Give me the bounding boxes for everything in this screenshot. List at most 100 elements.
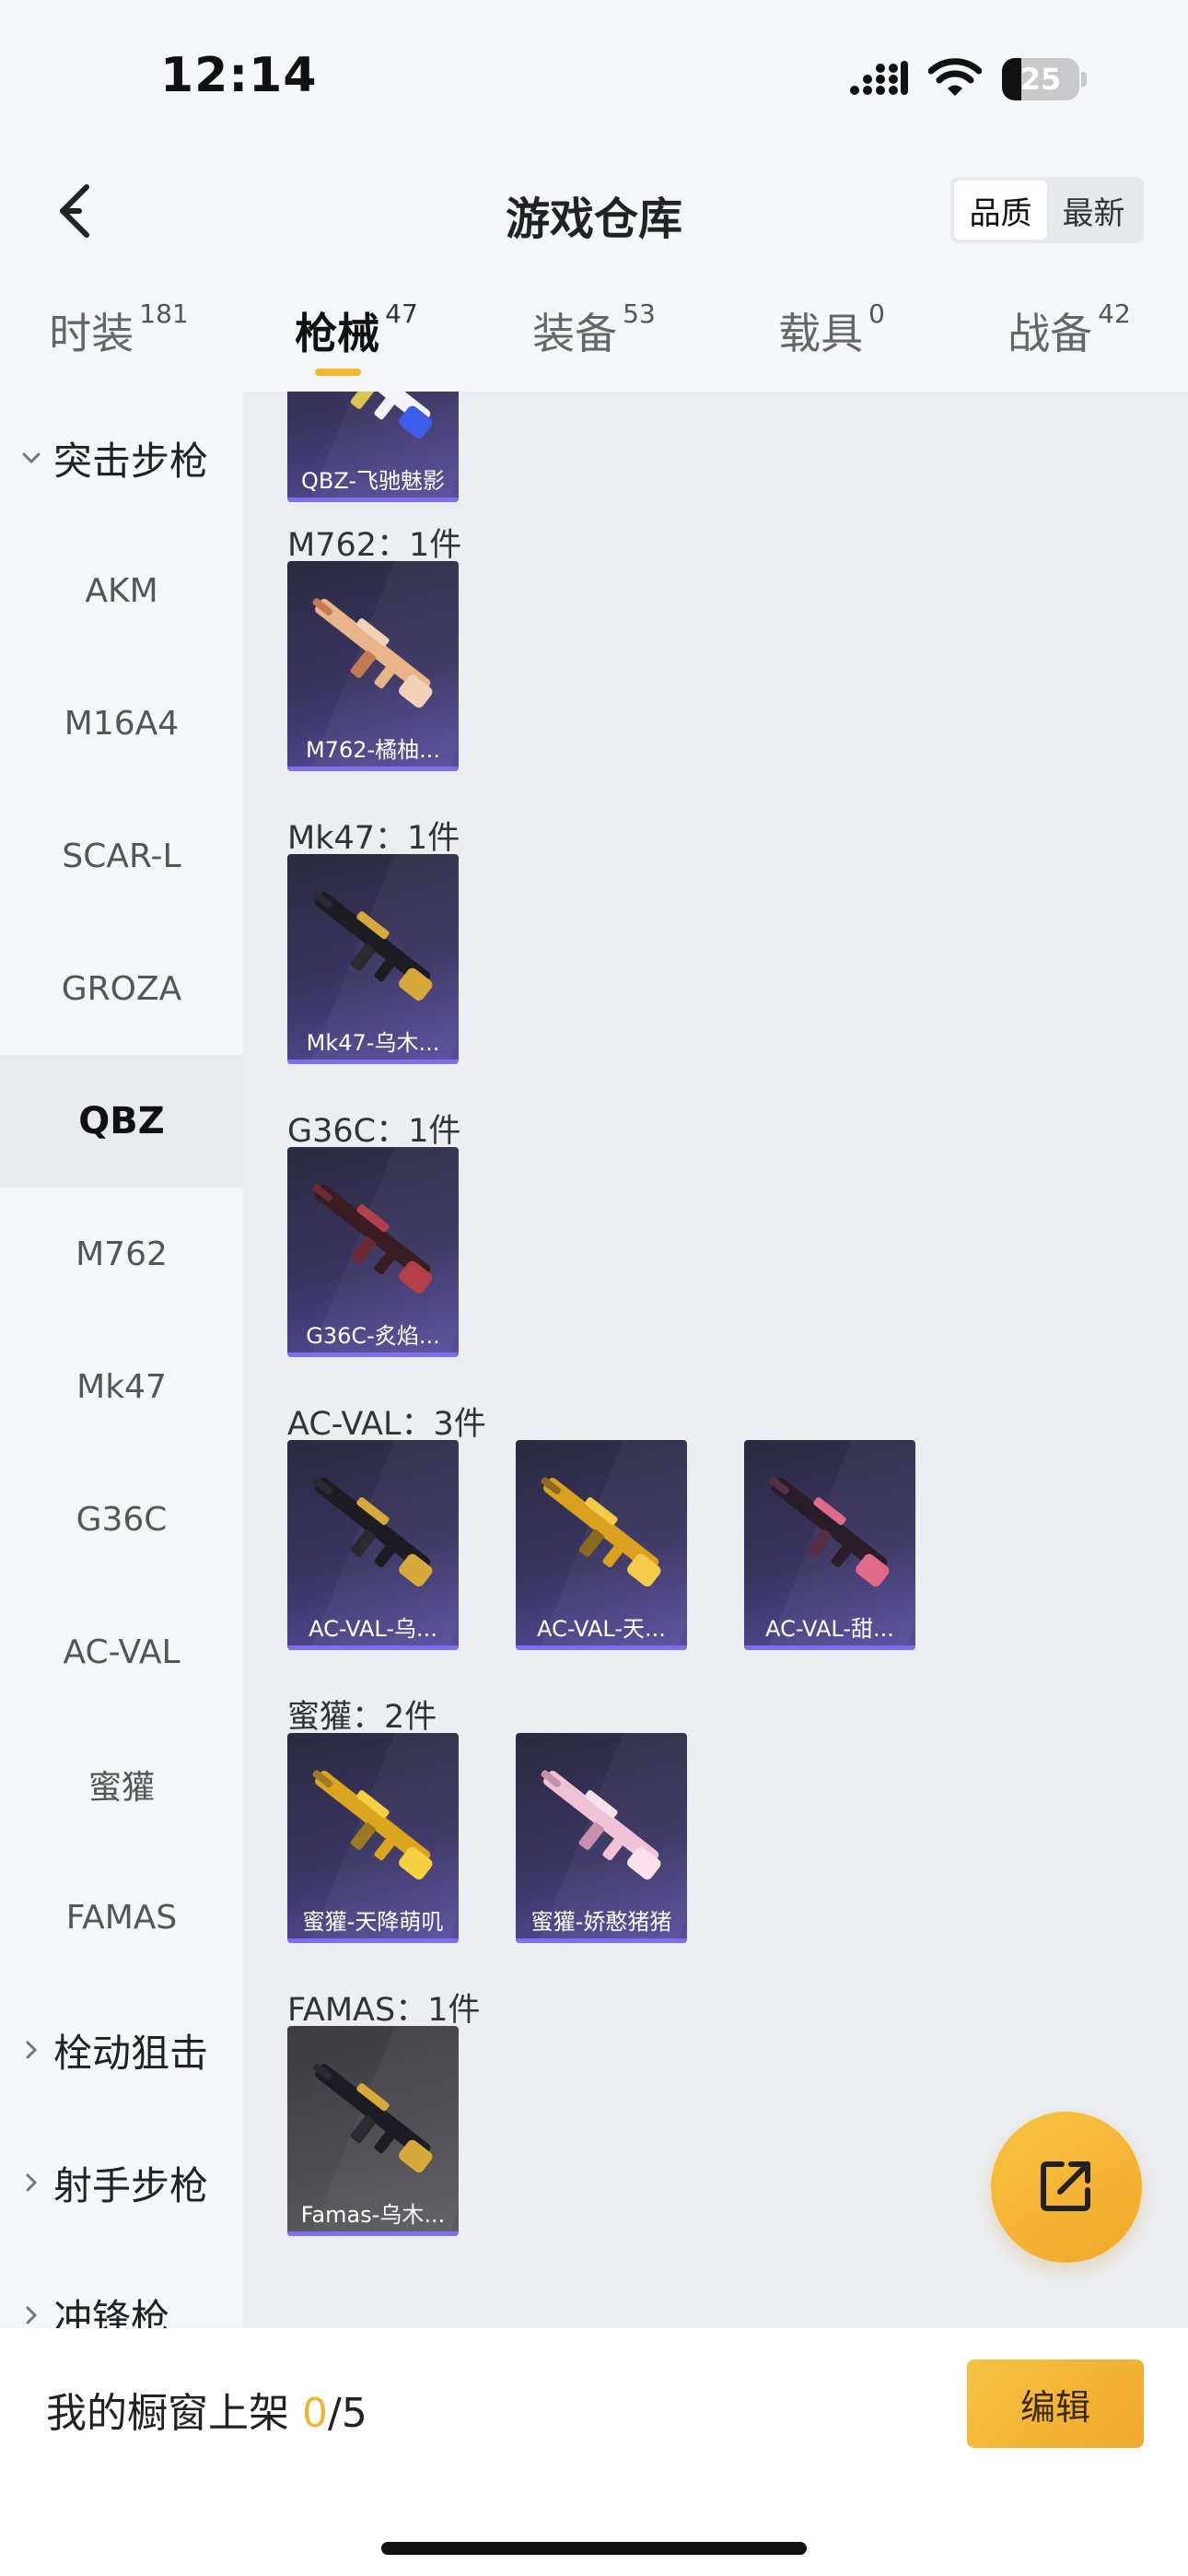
sort-toggle: 品质 最新 xyxy=(950,177,1144,243)
sidebar-label: FAMAS xyxy=(65,1898,178,1937)
sidebar-item[interactable]: QBZ xyxy=(0,1055,243,1188)
weapon-skin-card[interactable]: AC-VAL-乌... xyxy=(287,1440,459,1650)
sidebar-label: 突击步枪 xyxy=(53,438,209,484)
sidebar-item[interactable]: Mk47 xyxy=(0,1320,243,1453)
battery-icon: 25 xyxy=(1002,58,1087,100)
weapon-image xyxy=(295,1449,451,1606)
weapon-skin-card[interactable]: AC-VAL-甜... xyxy=(744,1440,915,1650)
tab-count: 47 xyxy=(385,299,418,329)
share-button[interactable] xyxy=(991,2112,1142,2263)
weapon-skin-name: AC-VAL-乌... xyxy=(309,1616,437,1642)
weapon-skin-card[interactable]: M762-橘柚... xyxy=(287,561,459,771)
back-arrow-icon xyxy=(53,181,94,244)
sidebar-item[interactable]: M762 xyxy=(0,1188,243,1320)
weapon-skin-name: 蜜獾-天降萌叽 xyxy=(302,1909,444,1935)
sidebar-item[interactable]: 蜜獾 xyxy=(0,1718,243,1851)
showcase-label: 我的橱窗上架 xyxy=(46,2390,289,2437)
tab-vehicles[interactable]: 载具 0 xyxy=(713,276,950,392)
sidebar-group[interactable]: 冲锋枪 xyxy=(0,2249,243,2328)
tab-label: 战备 xyxy=(1007,309,1093,358)
tab-label: 时装 xyxy=(49,309,134,358)
status-bar: 12:14 25 xyxy=(0,0,1188,157)
weapon-category-sidebar[interactable]: 突击步枪 AKM M16A4 SCAR-L GROZA QBZ M762 Mk47 G36C AC… xyxy=(0,392,243,2328)
tab-fashion[interactable]: 时装 181 xyxy=(0,276,238,392)
sidebar-label: 射手步枪 xyxy=(53,2162,209,2208)
sidebar-item[interactable]: M16A4 xyxy=(0,657,243,790)
weapon-image xyxy=(295,1742,451,1899)
status-time: 12:14 xyxy=(160,48,318,103)
sidebar-group[interactable]: 突击步枪 xyxy=(0,392,243,524)
chevron-right-icon xyxy=(20,2039,42,2061)
showcase-status: 我的橱窗上架 0/5 xyxy=(46,2380,367,2439)
tab-count: 0 xyxy=(868,299,885,329)
weapon-group-title: 蜜獾：2件 xyxy=(287,1699,437,1736)
sidebar-label: AC-VAL xyxy=(63,1633,181,1671)
sidebar-label: QBZ xyxy=(78,1100,165,1142)
weapon-group-title: Mk47：1件 xyxy=(287,820,460,857)
tab-count: 181 xyxy=(139,299,189,329)
sidebar-label: SCAR-L xyxy=(62,837,181,875)
nav-header: 游戏仓库 品质 最新 xyxy=(0,157,1188,267)
category-tabs: 时装 181 枪械 47 装备 53 载具 0 战备 42 xyxy=(0,276,1188,392)
weapon-skin-name: Mk47-乌木... xyxy=(306,1030,440,1056)
sidebar-item[interactable]: GROZA xyxy=(0,922,243,1055)
weapon-skin-card[interactable]: AC-VAL-天... xyxy=(516,1440,687,1650)
tab-combat-supplies[interactable]: 战备 42 xyxy=(950,276,1188,392)
battery-level: 25 xyxy=(1019,62,1062,97)
weapon-image xyxy=(295,863,451,1020)
weapon-skin-name: 蜜獾-娇憨猪猪 xyxy=(530,1909,672,1935)
weapon-group-title: M762：1件 xyxy=(287,527,462,564)
tab-count: 42 xyxy=(1098,299,1131,329)
sidebar-item[interactable]: SCAR-L xyxy=(0,790,243,922)
tab-label: 装备 xyxy=(532,309,618,358)
sidebar-item[interactable]: AKM xyxy=(0,524,243,657)
sidebar-label: GROZA xyxy=(61,969,182,1008)
sidebar-label: M16A4 xyxy=(64,704,180,743)
chevron-right-icon xyxy=(20,2304,42,2326)
weapon-skin-card[interactable]: Famas-乌木... xyxy=(287,2026,459,2236)
back-button[interactable] xyxy=(46,181,101,245)
weapon-image xyxy=(523,1449,680,1606)
weapon-skin-card[interactable]: 蜜獾-天降萌叽 xyxy=(287,1733,459,1943)
weapon-image xyxy=(295,392,451,458)
sidebar-label: AKM xyxy=(85,571,158,610)
sort-by-newest[interactable]: 最新 xyxy=(1047,181,1140,240)
sidebar-label: 栓动狙击 xyxy=(53,2030,209,2076)
weapon-skin-name: QBZ-飞驰魅影 xyxy=(300,468,446,494)
weapon-image xyxy=(295,1156,451,1313)
share-external-icon xyxy=(1034,2153,1099,2221)
sort-by-quality[interactable]: 品质 xyxy=(954,181,1047,240)
sidebar-item[interactable]: AC-VAL xyxy=(0,1586,243,1718)
weapon-image xyxy=(295,570,451,727)
weapon-list[interactable]: QBZ-飞驰魅影 M762：1件 M762-橘柚... Mk47：1件 Mk47-乌木.… xyxy=(243,392,1188,2328)
wifi-icon xyxy=(927,58,983,100)
tab-firearms[interactable]: 枪械 47 xyxy=(238,276,475,392)
sidebar-label: 蜜獾 xyxy=(87,1769,155,1807)
tab-count: 53 xyxy=(623,299,656,329)
sidebar-group[interactable]: 栓动狙击 xyxy=(0,1984,243,2116)
weapon-skin-name: Famas-乌木... xyxy=(300,2202,446,2228)
weapon-skin-name: M762-橘柚... xyxy=(305,737,441,763)
weapon-skin-card[interactable]: G36C-炙焰... xyxy=(287,1147,459,1357)
tab-label: 载具 xyxy=(778,309,864,358)
sidebar-label: G36C xyxy=(76,1500,168,1539)
weapon-skin-name: AC-VAL-天... xyxy=(537,1616,666,1642)
showcase-current: 0 xyxy=(302,2390,328,2437)
weapon-skin-card[interactable]: 蜜獾-娇憨猪猪 xyxy=(516,1733,687,1943)
tab-equipment[interactable]: 装备 53 xyxy=(475,276,713,392)
sidebar-group[interactable]: 射手步枪 xyxy=(0,2116,243,2249)
weapon-image xyxy=(751,1449,908,1606)
sidebar-item[interactable]: FAMAS xyxy=(0,1851,243,1984)
sidebar-item[interactable]: G36C xyxy=(0,1453,243,1586)
status-icons: 25 xyxy=(849,55,1087,103)
weapon-skin-name: G36C-炙焰... xyxy=(306,1323,440,1349)
weapon-image xyxy=(523,1742,680,1899)
signal-icon xyxy=(849,59,908,100)
weapon-group-title: AC-VAL：3件 xyxy=(287,1406,486,1443)
showcase-total: /5 xyxy=(328,2390,367,2437)
tab-label: 枪械 xyxy=(295,309,380,358)
bottom-bar: 我的橱窗上架 0/5 编辑 xyxy=(0,2328,1188,2576)
edit-button[interactable]: 编辑 xyxy=(967,2359,1144,2448)
weapon-skin-card[interactable]: Mk47-乌木... xyxy=(287,854,459,1064)
weapon-skin-card[interactable]: QBZ-飞驰魅影 xyxy=(287,392,459,502)
